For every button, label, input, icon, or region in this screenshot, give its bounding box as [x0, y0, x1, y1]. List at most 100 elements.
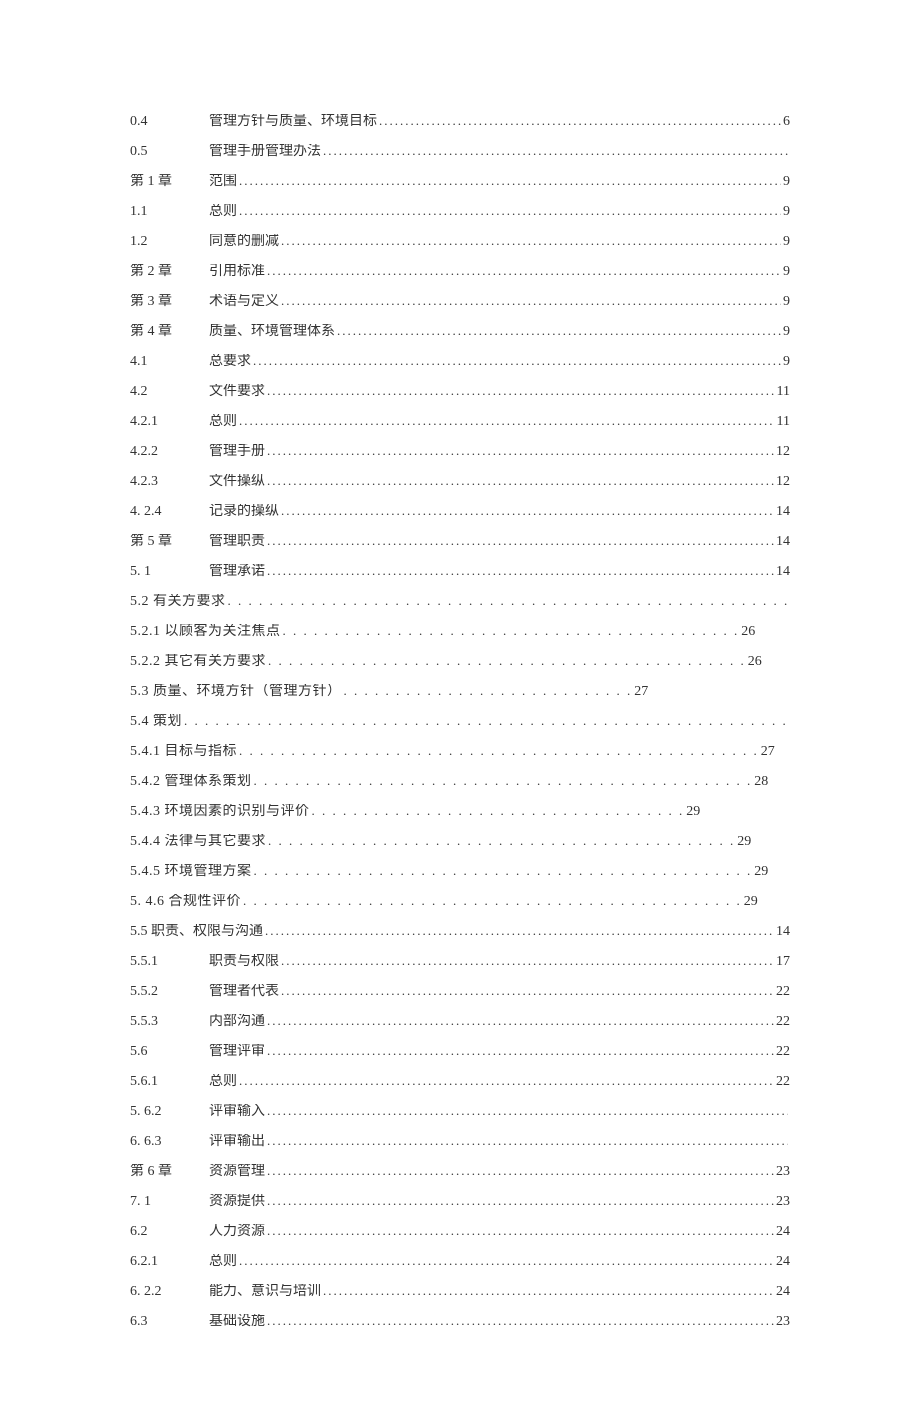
toc-entry: 4.2.1总则 ................................…: [130, 414, 790, 429]
toc-page-number: 27: [761, 745, 775, 759]
toc-page-number: 22: [776, 985, 790, 999]
toc-page-number: 12: [776, 445, 790, 459]
toc-page-number: 14: [776, 535, 790, 549]
toc-page-number: 22: [776, 1015, 790, 1029]
toc-entry: 6.3基础设施 ................................…: [130, 1314, 790, 1329]
toc-number: 5.6.1: [130, 1075, 209, 1089]
toc-entry: 4.2.3文件操纵 ..............................…: [130, 474, 790, 489]
toc-leader: . . . . . . . . . . . . . . . . . . . . …: [243, 894, 742, 907]
toc-entry: 0.5管理手册管理办法 ............................…: [130, 144, 790, 159]
toc-entry: 5.3 质量、环境方针（管理方针）. . . . . . . . . . . .…: [130, 684, 790, 699]
toc-entry: 1.1总则 ..................................…: [130, 204, 790, 219]
toc-title: 基础设施: [209, 1315, 265, 1329]
toc-page-number: 26: [741, 625, 755, 639]
toc-number: 4. 2.4: [130, 505, 209, 519]
toc-entry: 4. 2.4记录的操纵 ............................…: [130, 504, 790, 519]
toc-page-number: 6: [783, 115, 790, 129]
toc-page-number: 26: [748, 655, 762, 669]
toc-title: 评审输出: [209, 1135, 265, 1149]
toc-entry: 5.2 有关方要求. . . . . . . . . . . . . . . .…: [130, 594, 790, 609]
toc-number: 5.5.2: [130, 985, 209, 999]
toc-title: 5.4.3 环境因素的识别与评价: [130, 805, 310, 819]
toc-number: 4.2: [130, 385, 209, 399]
toc-entry: 5.2.1 以顾客为关注焦点 . . . . . . . . . . . . .…: [130, 624, 790, 639]
toc-container: 0.4管理方针与质量、环境目标 ........................…: [130, 114, 790, 1329]
toc-entry: 5.4.1 目标与指标 . . . . . . . . . . . . . . …: [130, 744, 790, 759]
toc-page-number: 24: [776, 1225, 790, 1239]
toc-page-number: 11: [777, 415, 790, 429]
toc-leader: . . . . . . . . . . . . . . . . . . . . …: [312, 804, 685, 817]
toc-title: 资源提供: [209, 1195, 265, 1209]
toc-entry: 5.5.1职责与权限 .............................…: [130, 954, 790, 969]
toc-entry: 第 1 章范围 ................................…: [130, 174, 790, 189]
toc-leader: ........................................…: [281, 234, 781, 247]
toc-entry: 1.2同意的删减 ...............................…: [130, 234, 790, 249]
toc-entry: 第 4 章质量、环境管理体系 .........................…: [130, 324, 790, 339]
toc-number: 第 3 章: [130, 295, 209, 309]
toc-number: 5. 1: [130, 565, 209, 579]
toc-number: 4.2.3: [130, 475, 209, 489]
toc-entry: 6.2.1总则 ................................…: [130, 1254, 790, 1269]
toc-page-number: 9: [783, 265, 790, 279]
toc-title: 范围: [209, 175, 237, 189]
toc-title: 管理承诺: [209, 565, 265, 579]
toc-title: 总则: [209, 205, 237, 219]
toc-leader: ........................................…: [337, 324, 781, 337]
toc-title: 管理手册: [209, 445, 265, 459]
toc-title: 总则: [209, 1075, 237, 1089]
toc-title: 同意的删减: [209, 235, 279, 249]
toc-leader: . . . . . . . . . . . . . . . . . . . . …: [254, 774, 753, 787]
toc-page-number: 22: [776, 1045, 790, 1059]
toc-number: 4.2.2: [130, 445, 209, 459]
toc-title: 职责与权限: [209, 955, 279, 969]
toc-page-number: 14: [776, 925, 790, 939]
toc-page-number: 22: [776, 1075, 790, 1089]
toc-title: 术语与定义: [209, 295, 279, 309]
toc-title: 5. 4.6 合规性评价: [130, 895, 241, 909]
toc-entry: 5.5 职责、权限与沟通 ...........................…: [130, 924, 790, 939]
toc-entry: 第 5 章管理职责 ..............................…: [130, 534, 790, 549]
toc-page-number: 24: [776, 1285, 790, 1299]
toc-title: 管理评审: [209, 1045, 265, 1059]
toc-page-number: 23: [776, 1195, 790, 1209]
toc-title: 5.2.2 其它有关方要求: [130, 655, 266, 669]
toc-number: 第 4 章: [130, 325, 209, 339]
toc-leader: ........................................…: [239, 1074, 774, 1087]
toc-leader: ........................................…: [267, 1014, 774, 1027]
toc-number: 1.2: [130, 235, 209, 249]
toc-page-number: 9: [783, 235, 790, 249]
toc-entry: 4.1总要求 .................................…: [130, 354, 790, 369]
toc-entry: 5.4.2 管理体系策划 . . . . . . . . . . . . . .…: [130, 774, 790, 789]
toc-page-number: 11: [777, 385, 790, 399]
toc-title: 文件要求: [209, 385, 265, 399]
toc-entry: 4.2.2管理手册 ..............................…: [130, 444, 790, 459]
toc-leader: ........................................…: [323, 1284, 774, 1297]
toc-number: 5. 6.2: [130, 1105, 209, 1119]
toc-title: 管理手册管理办法: [209, 145, 321, 159]
toc-leader: ........................................…: [281, 984, 774, 997]
toc-number: 6.2.1: [130, 1255, 209, 1269]
toc-number: 第 6 章: [130, 1165, 209, 1179]
toc-leader: ........................................…: [323, 144, 788, 157]
toc-title: 总则: [209, 415, 237, 429]
toc-entry: 5.2.2 其它有关方要求 . . . . . . . . . . . . . …: [130, 654, 790, 669]
toc-title: 5.2 有关方要求: [130, 595, 226, 609]
toc-number: 第 5 章: [130, 535, 209, 549]
toc-entry: 6. 2.2能力、意识与培训 .........................…: [130, 1284, 790, 1299]
toc-leader: ........................................…: [239, 204, 781, 217]
toc-title: 管理者代表: [209, 985, 279, 999]
toc-leader: ........................................…: [267, 1224, 774, 1237]
toc-leader: . . . . . . . . . . . . . . . . . . . . …: [239, 744, 759, 757]
toc-leader: . . . . . . . . . . . . . . . . . . . . …: [254, 864, 753, 877]
toc-entry: 第 3 章术语与定义 .............................…: [130, 294, 790, 309]
toc-title: 文件操纵: [209, 475, 265, 489]
toc-entry: 第 2 章引用标准 ..............................…: [130, 264, 790, 279]
toc-page-number: 12: [776, 475, 790, 489]
toc-entry: 5.4.5 环境管理方案 . . . . . . . . . . . . . .…: [130, 864, 790, 879]
toc-title: 5.2.1 以顾客为关注焦点: [130, 625, 281, 639]
toc-leader: . . . . . . . . . . . . . . . . . . . . …: [228, 594, 791, 607]
toc-title: 5.4.1 目标与指标: [130, 745, 237, 759]
toc-leader: ........................................…: [281, 504, 774, 517]
toc-number: 6. 6.3: [130, 1135, 209, 1149]
toc-title: 资源管理: [209, 1165, 265, 1179]
